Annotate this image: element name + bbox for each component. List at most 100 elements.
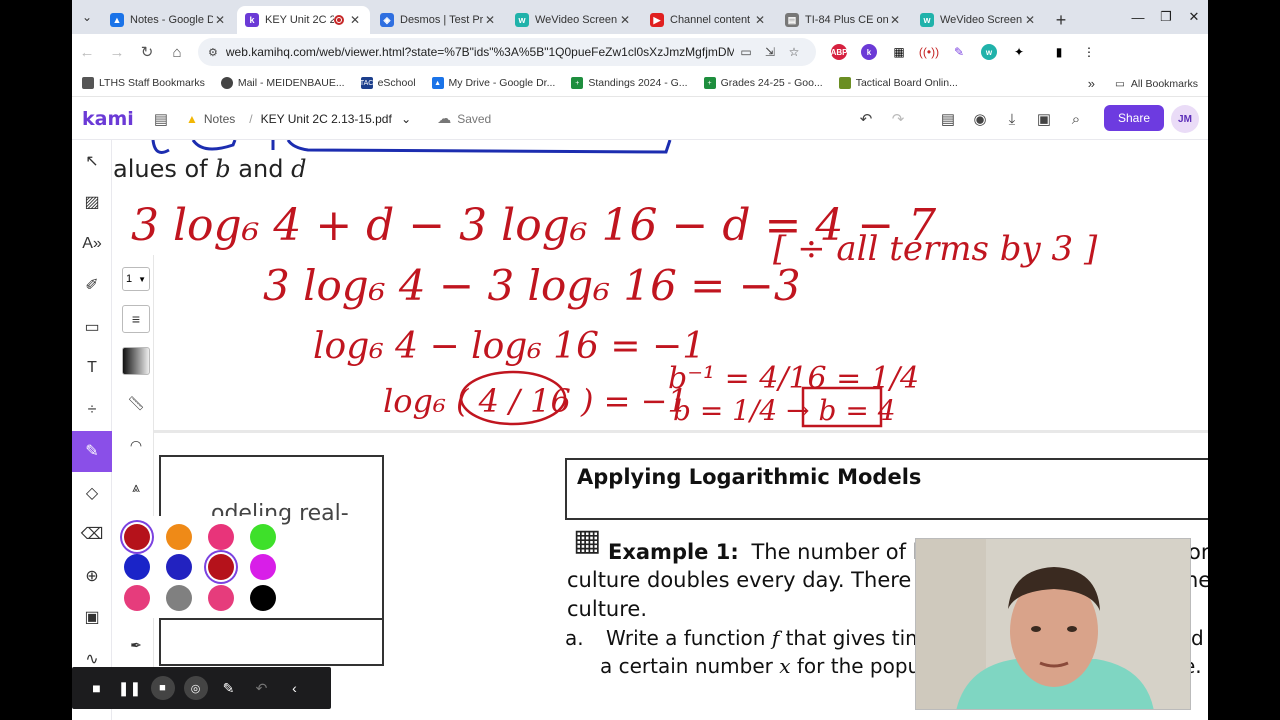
undo-icon[interactable]: ↶ bbox=[245, 673, 278, 703]
protractor-icon[interactable]: ◠ bbox=[122, 431, 150, 459]
color-swatch[interactable] bbox=[208, 554, 234, 580]
wevideo-extension-icon[interactable]: w bbox=[974, 37, 1004, 67]
side-panel-icon[interactable]: ▮ bbox=[1044, 37, 1074, 67]
toolbox-icon[interactable]: ▣ bbox=[1028, 110, 1060, 128]
tab-search-icon[interactable]: ⌄ bbox=[72, 0, 102, 34]
close-icon[interactable]: ✕ bbox=[213, 13, 227, 27]
draw-pen-icon[interactable]: ✎ bbox=[212, 673, 245, 703]
close-icon[interactable]: ✕ bbox=[483, 13, 497, 27]
kami-logo[interactable]: kami bbox=[82, 108, 144, 130]
url-text[interactable]: web.kamihq.com/web/viewer.html?state=%7B… bbox=[226, 45, 734, 59]
color-swatch[interactable] bbox=[124, 524, 150, 550]
extensions-puzzle-icon[interactable]: ✦ bbox=[1004, 37, 1034, 67]
avatar[interactable]: JM bbox=[1171, 105, 1199, 133]
document-title[interactable]: KEY Unit 2C 2.13-15.pdf ⌄ bbox=[261, 112, 412, 126]
close-window-icon[interactable]: ✕ bbox=[1180, 9, 1208, 25]
eyedropper-icon[interactable]: ✒ bbox=[122, 631, 150, 659]
pen-extension-icon[interactable]: ✎ bbox=[944, 37, 974, 67]
equation-icon[interactable]: ÷ bbox=[72, 389, 112, 431]
add-media-icon[interactable]: ⊕ bbox=[72, 555, 112, 597]
color-swatch[interactable] bbox=[124, 585, 150, 611]
ruler-icon[interactable]: 📏︎ bbox=[122, 389, 150, 417]
back-icon[interactable]: ← bbox=[72, 37, 102, 67]
reload-icon[interactable]: ↻ bbox=[132, 37, 162, 67]
view-eye-icon[interactable]: ◉ bbox=[964, 110, 996, 128]
cast-icon[interactable]: ▭ bbox=[734, 45, 758, 59]
bookmark-star-icon[interactable]: ☆ bbox=[782, 45, 806, 59]
highlighter-icon[interactable]: ✐ bbox=[72, 265, 112, 307]
broadcast-icon[interactable]: ((•)) bbox=[914, 37, 944, 67]
kami-extension-icon[interactable]: k bbox=[854, 37, 884, 67]
breadcrumb-folder[interactable]: ▲ Notes bbox=[186, 104, 235, 134]
collapse-chevron-icon[interactable]: ‹ bbox=[278, 673, 311, 703]
color-swatch[interactable] bbox=[250, 524, 276, 550]
all-bookmarks[interactable]: » ▭ All Bookmarks bbox=[1088, 70, 1198, 97]
download-icon[interactable]: ⤓ bbox=[996, 111, 1028, 128]
color-swatch[interactable] bbox=[208, 524, 234, 550]
search-icon[interactable]: ⌕ bbox=[1060, 111, 1092, 128]
close-icon[interactable]: ✕ bbox=[888, 13, 902, 27]
bookmark-2[interactable]: TAC eSchool bbox=[360, 77, 416, 89]
restore-icon[interactable]: ❐ bbox=[1152, 9, 1180, 25]
chevron-down-icon[interactable]: ⌄ bbox=[401, 112, 411, 126]
site-info-icon[interactable]: ⚙ bbox=[208, 46, 218, 59]
select-cursor-icon[interactable]: ↖ bbox=[72, 140, 112, 182]
color-swatch[interactable] bbox=[208, 585, 234, 611]
redo-icon[interactable]: ↷ bbox=[882, 110, 914, 128]
document-info-icon[interactable]: ▤ bbox=[932, 110, 964, 128]
bookmark-6[interactable]: Tactical Board Onlin... bbox=[838, 77, 958, 89]
color-swatch[interactable] bbox=[250, 554, 276, 580]
text-to-speech-icon[interactable]: A» bbox=[72, 223, 112, 265]
close-icon[interactable]: ✕ bbox=[618, 13, 632, 27]
color-swatch[interactable] bbox=[166, 585, 192, 611]
tab-5[interactable]: ▤ TI-84 Plus CE online ✕ bbox=[777, 6, 910, 34]
tab-4[interactable]: ▶ Channel content - YouTube Studio ✕ bbox=[642, 6, 775, 34]
install-app-icon[interactable]: ⇲ bbox=[758, 45, 782, 59]
text-box-icon[interactable]: T bbox=[72, 348, 112, 390]
color-swatch[interactable] bbox=[166, 554, 192, 580]
chrome-menu-icon[interactable]: ⋮ bbox=[1074, 37, 1104, 67]
stop-icon[interactable]: ■ bbox=[80, 673, 113, 703]
adblock-icon[interactable]: ABP bbox=[824, 37, 854, 67]
minimize-icon[interactable]: — bbox=[1124, 10, 1152, 25]
forward-icon[interactable]: → bbox=[102, 37, 132, 67]
new-tab-button[interactable]: + bbox=[1047, 6, 1075, 34]
bookmark-1[interactable]: Mail - MEIDENBAUE... bbox=[220, 77, 345, 89]
archive-icon[interactable]: ▤ bbox=[144, 104, 178, 134]
pen-size-select[interactable]: 1 ▼ bbox=[122, 267, 150, 291]
close-icon[interactable]: ✕ bbox=[753, 13, 767, 27]
image-icon[interactable]: ▣ bbox=[72, 597, 112, 639]
home-icon[interactable]: ⌂ bbox=[162, 37, 192, 67]
tab-3[interactable]: w WeVideo Screen Recorder ✕ bbox=[507, 6, 640, 34]
shapes-icon[interactable]: ◇ bbox=[72, 472, 112, 514]
close-icon[interactable]: ✕ bbox=[348, 13, 362, 27]
eraser-icon[interactable]: ⌫ bbox=[72, 514, 112, 556]
pause-icon[interactable]: ❚❚ bbox=[113, 673, 146, 703]
color-swatch[interactable] bbox=[166, 524, 192, 550]
comment-icon[interactable]: ▭ bbox=[72, 306, 112, 348]
opacity-icon[interactable] bbox=[122, 347, 150, 375]
cursor-highlight-icon[interactable]: ◎ bbox=[179, 673, 212, 703]
camera-toggle-icon[interactable]: ■ bbox=[146, 673, 179, 703]
tab-1-active[interactable]: k KEY Unit 2C 2.13-15.pdf ✕ bbox=[237, 6, 370, 34]
tab-2[interactable]: ◈ Desmos | Test Practice ✕ bbox=[372, 6, 505, 34]
color-swatch[interactable] bbox=[124, 554, 150, 580]
dictionary-icon[interactable]: ▨ bbox=[72, 182, 112, 224]
more-bookmarks-icon[interactable]: » bbox=[1088, 76, 1095, 91]
share-button[interactable]: Share bbox=[1104, 105, 1164, 131]
qr-code-icon[interactable]: ▦ bbox=[884, 37, 914, 67]
tab-6[interactable]: w WeVideo Screen Recorder ✕ bbox=[912, 6, 1045, 34]
bookmark-4[interactable]: + Standings 2024 - G... bbox=[571, 77, 688, 89]
close-icon[interactable]: ✕ bbox=[1023, 13, 1037, 27]
drawing-pen-icon[interactable]: ✎ bbox=[72, 430, 112, 472]
tab-0[interactable]: ▲ Notes - Google Drive ✕ bbox=[102, 6, 235, 34]
undo-icon[interactable]: ↶ bbox=[850, 110, 882, 128]
bookmark-0[interactable]: LTHS Staff Bookmarks bbox=[82, 77, 205, 89]
bookmark-5[interactable]: + Grades 24-25 - Goo... bbox=[703, 77, 823, 89]
address-bar[interactable]: ⚙ web.kamihq.com/web/viewer.html?state=%… bbox=[198, 38, 816, 66]
color-swatch[interactable] bbox=[250, 585, 276, 611]
line-style-icon[interactable]: ≡ bbox=[122, 305, 150, 333]
webcam-overlay[interactable] bbox=[915, 538, 1191, 710]
compass-icon[interactable]: ⩓ bbox=[122, 473, 150, 501]
bookmark-3[interactable]: ▲ My Drive - Google Dr... bbox=[431, 77, 555, 89]
